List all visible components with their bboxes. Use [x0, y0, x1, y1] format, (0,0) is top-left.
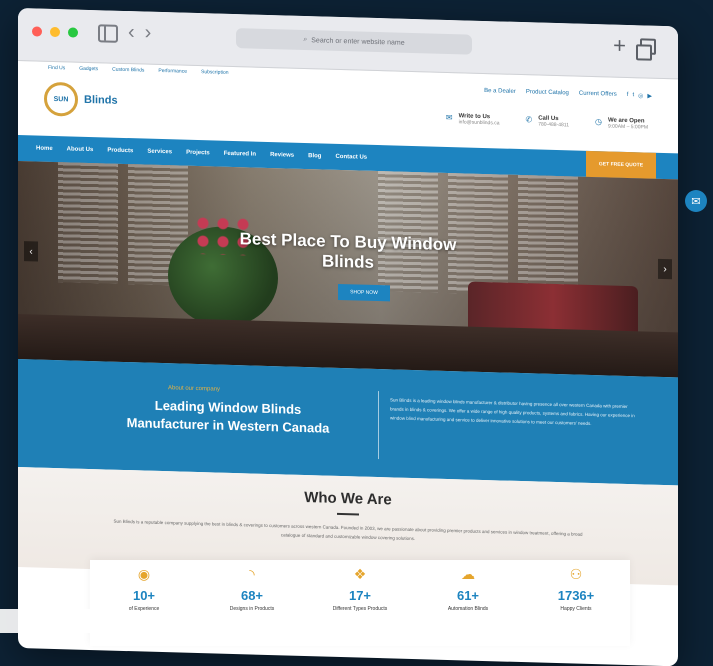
carousel-next-arrow[interactable]: › — [658, 258, 672, 280]
logo-name: Blinds — [84, 93, 118, 107]
nav-contact[interactable]: Contact Us — [335, 154, 367, 161]
top-link[interactable]: Custom Blinds — [112, 67, 144, 74]
stat-label: Different Types Products — [332, 606, 388, 612]
close-window-button[interactable] — [32, 26, 42, 37]
nav-services[interactable]: Services — [147, 149, 172, 156]
messenger-chat-icon[interactable]: ✉ — [685, 190, 707, 212]
stat-number: 10+ — [132, 588, 156, 603]
history-nav: ‹› — [128, 21, 161, 45]
search-icon: ⌕ — [303, 35, 308, 44]
stat-item: ◝ 68+ Designs in Products — [207, 566, 297, 646]
secondary-page-fragment — [0, 609, 120, 633]
stat-item: ❖ 17+ Different Types Products — [315, 566, 405, 646]
minimize-window-button[interactable] — [50, 26, 60, 38]
instagram-icon[interactable]: ◎ — [638, 92, 643, 99]
nav-projects[interactable]: Projects — [186, 150, 210, 157]
social-links: f t ◎ ▶ — [627, 92, 652, 100]
clock-icon: ◷ — [594, 117, 602, 127]
window-controls — [32, 26, 78, 38]
stats-strip: ◉ 10+ of Experience ◝ 68+ Designs in Pro… — [90, 560, 630, 646]
top-link[interactable]: Find Us — [48, 65, 65, 71]
shop-now-button[interactable]: SHOP NOW — [338, 283, 390, 302]
contact-email: ✉ Write to Us info@sunblinds.ca — [446, 113, 500, 126]
about-description: Sun Blinds is a leading window blinds ma… — [390, 397, 635, 427]
about-divider — [378, 391, 379, 460]
dropbox-icon: ❖ — [353, 566, 367, 582]
address-placeholder: Search or enter website name — [311, 36, 405, 47]
stat-number: 1736+ — [557, 588, 595, 603]
dealer-link[interactable]: Be a Dealer — [484, 88, 516, 96]
nav-about[interactable]: About Us — [67, 146, 94, 153]
stat-label: Automation Blinds — [447, 606, 489, 612]
hero-banner: Best Place To Buy Window Blinds SHOP NOW… — [18, 161, 678, 378]
stat-item: ◉ 10+ of Experience — [99, 566, 189, 646]
globe-icon: ◉ — [137, 566, 151, 582]
utility-links: Be a Dealer Product Catalog Current Offe… — [484, 88, 652, 100]
facebook-icon[interactable]: f — [627, 92, 629, 99]
about-kicker: About our company — [168, 385, 221, 393]
tab-overview-icon[interactable] — [640, 38, 656, 55]
forward-icon[interactable]: › — [145, 22, 162, 44]
about-title: Leading Window Blinds Manufacturer in We… — [78, 395, 378, 439]
stat-number: 61+ — [456, 588, 480, 603]
users-icon: ⚇ — [569, 566, 583, 582]
rss-icon: ◝ — [249, 566, 255, 582]
nav-home[interactable]: Home — [36, 146, 53, 152]
mail-icon: ✉ — [445, 112, 453, 123]
nav-featured[interactable]: Featured In — [224, 151, 256, 158]
carousel-prev-arrow[interactable]: ‹ — [24, 241, 38, 262]
stat-label: Happy Clients — [560, 606, 592, 612]
who-text: Sun Blinds is a reputable company supply… — [113, 518, 583, 542]
contact-value: 9:00AM – 5:00PM — [607, 123, 648, 131]
contact-value[interactable]: info@sunblinds.ca — [459, 119, 500, 126]
back-icon[interactable]: ‹ — [128, 21, 145, 43]
top-link[interactable]: Gadgets — [79, 66, 98, 73]
sidebar-toggle-icon[interactable] — [98, 24, 118, 43]
youtube-icon[interactable]: ▶ — [647, 93, 652, 100]
nav-reviews[interactable]: Reviews — [270, 152, 294, 159]
nav-products[interactable]: Products — [107, 147, 133, 154]
stat-label: Designs in Products — [229, 606, 275, 612]
top-link[interactable]: Performance — [158, 68, 187, 75]
twitter-icon[interactable]: t — [632, 92, 634, 99]
browser-actions: + — [613, 33, 656, 60]
stat-item: ⚇ 1736+ Happy Clients — [531, 566, 621, 646]
stat-number: 17+ — [348, 588, 372, 603]
logo-badge: SUN — [44, 81, 78, 117]
contact-phone: ✆ Call Us 780-488-4811 — [526, 115, 569, 128]
maximize-window-button[interactable] — [68, 27, 78, 38]
stat-item: ☁ 61+ Automation Blinds — [423, 566, 513, 646]
free-quote-button[interactable]: GET FREE QUOTE — [586, 150, 656, 179]
about-section: About our company Leading Window Blinds … — [18, 359, 678, 486]
catalog-link[interactable]: Product Catalog — [526, 89, 569, 97]
new-tab-icon[interactable]: + — [613, 33, 626, 59]
nav-blog[interactable]: Blog — [308, 153, 321, 159]
contact-hours: ◷ We are Open 9:00AM – 5:00PM — [595, 117, 648, 130]
stat-number: 68+ — [240, 588, 264, 603]
heading-underline — [337, 512, 359, 516]
top-link[interactable]: Subscription — [201, 69, 229, 76]
site-logo[interactable]: SUN Blinds — [44, 81, 118, 118]
contact-value[interactable]: 780-488-4811 — [538, 122, 569, 129]
address-bar[interactable]: ⌕ Search or enter website name — [236, 28, 472, 55]
cloud-icon: ☁ — [461, 566, 475, 582]
contact-info: ✉ Write to Us info@sunblinds.ca ✆ Call Us… — [446, 113, 648, 131]
phone-icon: ✆ — [525, 115, 533, 125]
offers-link[interactable]: Current Offers — [579, 91, 617, 99]
